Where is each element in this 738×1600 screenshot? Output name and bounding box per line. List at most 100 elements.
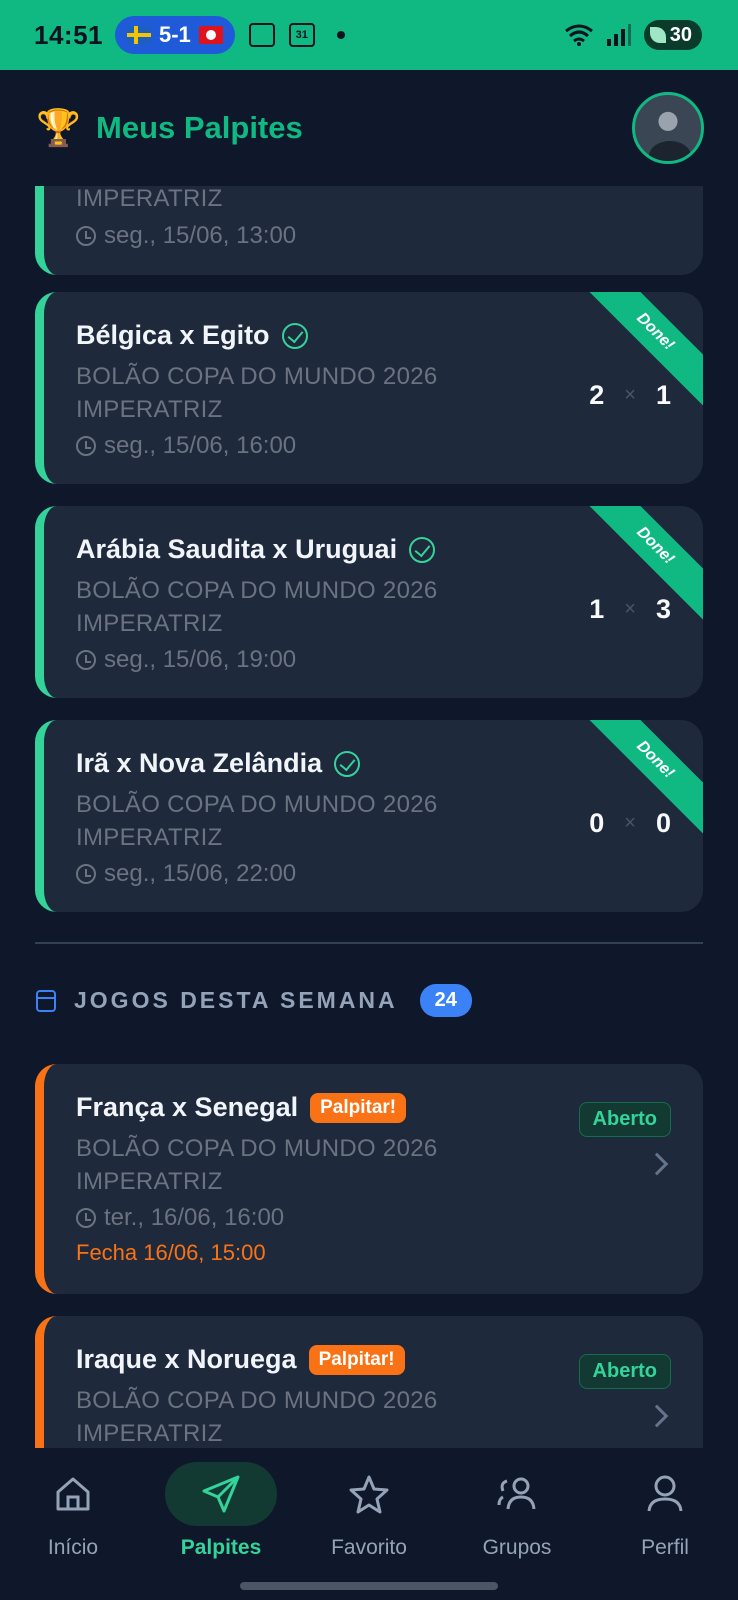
match-card[interactable]: França x Senegal Palpitar! Aberto BOLÃO … [35,1064,703,1294]
nav-label: Favorito [331,1536,407,1559]
paper-plane-icon [202,1475,240,1513]
clock-icon [76,864,96,884]
live-score: 5-1 [159,22,191,47]
match-card[interactable]: IMPERATRIZ seg., 15/06, 13:00 [35,186,703,275]
nav-label: Grupos [482,1536,552,1559]
battery-level: 30 [669,23,692,46]
card-league-city: IMPERATRIZ [76,610,223,637]
home-score: 0 [589,808,605,838]
match-name: Arábia Saudita x Uruguai [76,534,398,564]
section-header: JOGOS DESTA SEMANA 24 [36,984,472,1017]
section-count-badge: 24 [419,984,472,1017]
match-name: Bélgica x Egito [76,320,270,350]
card-time: seg., 15/06, 19:00 [76,646,296,674]
chevron-right-icon[interactable] [645,1404,669,1428]
battery-indicator: 30 [643,20,702,50]
match-name: Iraque x Noruega [76,1344,297,1374]
sweden-flag-icon [127,26,151,44]
match-card[interactable]: Arábia Saudita x Uruguai BOLÃO COPA DO M… [35,506,703,698]
calendar-icon [36,989,56,1012]
clock-icon [76,650,96,670]
nav-icon-wrap [165,1462,277,1526]
nav-item-favorito[interactable]: Favorito [299,1462,439,1572]
card-title: França x Senegal Palpitar! [76,1092,407,1123]
trophy-icon: 🏆 [36,107,81,148]
card-title: Arábia Saudita x Uruguai [76,534,436,565]
nav-label: Perfil [641,1536,689,1559]
predicted-score: 1 × 3 [589,594,671,625]
predicted-score: 0 × 0 [589,808,671,839]
home-icon [56,1477,90,1511]
notification-dot-icon [336,31,345,39]
check-circle-icon [334,750,361,777]
card-league-city: IMPERATRIZ [76,396,223,423]
nav-icon-wrap [313,1462,425,1526]
section-divider [35,942,703,944]
page-title: Meus Palpites [96,110,303,145]
card-league: BOLÃO COPA DO MUNDO 2026 [76,1387,438,1414]
card-time-text: seg., 15/06, 22:00 [104,860,297,887]
predictions-list[interactable]: IMPERATRIZ seg., 15/06, 13:00 Bélgica x … [0,186,738,1448]
card-time-text: seg., 15/06, 19:00 [104,646,297,673]
home-score: 1 [589,594,605,624]
clock-icon [76,436,96,456]
live-score-pill[interactable]: 5-1 [115,16,235,54]
score-separator: × [624,812,636,834]
match-name: França x Senegal [76,1092,299,1122]
nav-icon-wrap [17,1462,129,1526]
card-league: BOLÃO COPA DO MUNDO 2026 [76,363,438,390]
nav-item-perfil[interactable]: Perfil [595,1462,735,1572]
card-time-text: ter., 16/06, 16:00 [104,1204,285,1231]
status-time: 14:51 [34,19,103,50]
star-icon [349,1475,389,1514]
chevron-right-icon[interactable] [645,1152,669,1176]
nav-icon-wrap [609,1462,721,1526]
nav-label: Início [47,1536,99,1559]
match-name: Irã x Nova Zelândia [76,748,323,778]
card-time: seg., 15/06, 13:00 [76,222,296,250]
match-card[interactable]: Bélgica x Egito BOLÃO COPA DO MUNDO 2026… [35,292,703,484]
tunisia-flag-icon [198,26,223,44]
clock-icon [76,226,96,246]
check-circle-icon [281,322,308,349]
app-header: 🏆 Meus Palpites [0,70,738,186]
signal-icon [606,24,631,46]
predict-badge: Palpitar! [310,1092,407,1123]
score-separator: × [624,384,636,406]
status-right: 30 [564,20,702,50]
status-badge: Aberto [578,1102,671,1137]
card-time: ter., 16/06, 16:00 [76,1204,284,1232]
closing-time: Fecha 16/06, 15:00 [76,1240,266,1265]
wifi-icon [564,24,593,46]
match-card[interactable]: Irã x Nova Zelândia BOLÃO COPA DO MUNDO … [35,720,703,912]
calendar-notification-icon: 31 [288,23,315,47]
status-badge: Aberto [578,1354,671,1389]
gesture-home-bar[interactable] [240,1582,498,1590]
away-score: 1 [655,380,671,410]
user-icon [647,1475,683,1512]
card-league: BOLÃO COPA DO MUNDO 2026 [76,791,438,818]
clock-icon [76,1208,96,1228]
status-bar: 14:51 5-1 31 30 [0,0,738,70]
away-score: 3 [655,594,671,624]
nav-item-grupos[interactable]: Grupos [447,1462,587,1572]
card-time: seg., 15/06, 22:00 [76,860,296,888]
predict-badge: Palpitar! [308,1344,405,1375]
card-time-text: seg., 15/06, 16:00 [104,432,297,459]
match-card[interactable]: Iraque x Noruega Palpitar! Aberto BOLÃO … [35,1316,703,1448]
away-score: 0 [655,808,671,838]
users-icon [497,1477,536,1510]
nav-item-palpites[interactable]: Palpites [151,1462,291,1572]
card-title: Bélgica x Egito [76,320,308,351]
nav-item-inicio[interactable]: Início [3,1462,143,1572]
bottom-nav: Início Palpites Favorito Grupos Perfil [0,1448,738,1600]
avatar[interactable] [632,92,704,164]
section-title: JOGOS DESTA SEMANA [74,987,398,1013]
score-separator: × [624,598,636,620]
card-title: Irã x Nova Zelândia [76,748,361,779]
card-league-city: IMPERATRIZ [76,186,223,212]
predicted-score: 2 × 1 [589,380,671,411]
nav-icon-wrap [461,1462,573,1526]
home-score: 2 [589,380,605,410]
card-title: Iraque x Noruega Palpitar! [76,1344,405,1375]
